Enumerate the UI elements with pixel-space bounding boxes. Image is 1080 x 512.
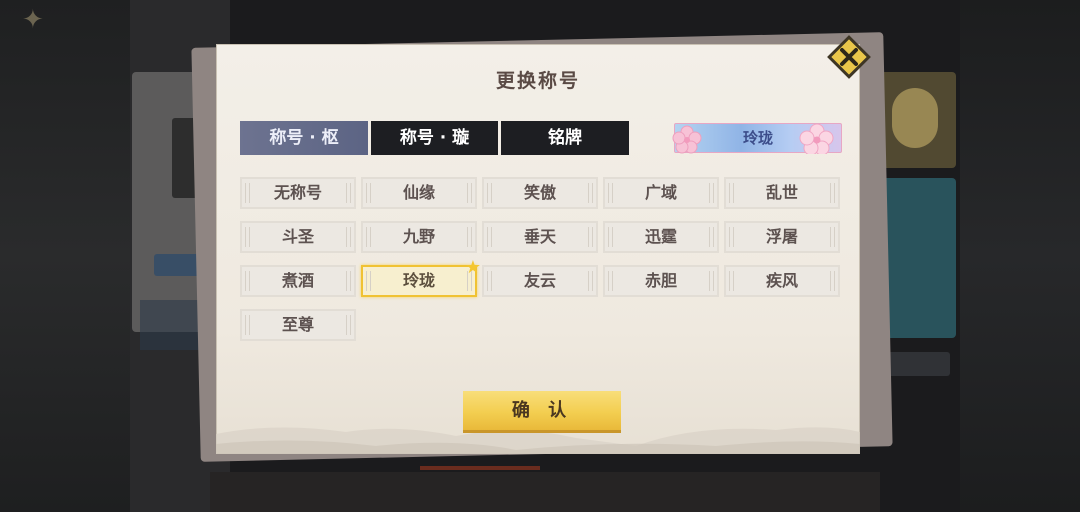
selected-star-icon: ★ [464,257,481,278]
title-option-zhujiu[interactable]: 煮酒 [240,265,356,297]
close-x-icon [827,35,871,79]
background-star-icon: ✦ [22,5,44,35]
title-option-jifeng[interactable]: 疾风 [724,265,840,297]
background-accent-line [420,466,540,470]
title-option-linglong[interactable]: 玲珑 ★ [361,259,481,297]
title-preview-badge: 玲珑 [672,123,842,154]
title-option-futu[interactable]: 浮屠 [724,221,840,253]
cherry-blossom-icon [799,124,834,154]
tab-title-xuan[interactable]: 称号 · 璇 [371,121,498,155]
title-option-wuchenghao[interactable]: 无称号 [240,177,356,209]
background-card-button [154,254,200,276]
background-card-image [892,88,938,148]
title-option-xiaoao[interactable]: 笑傲 [482,177,598,209]
tab-title-shu[interactable]: 称号 · 枢 [240,121,368,155]
title-option-luanshi[interactable]: 乱世 [724,177,840,209]
title-option-xunting[interactable]: 迅霆 [603,221,719,253]
confirm-button[interactable]: 确 认 [463,391,621,433]
title-option-chidan[interactable]: 赤胆 [603,265,719,297]
title-option-dousheng[interactable]: 斗圣 [240,221,356,253]
title-option-chuitian[interactable]: 垂天 [482,221,598,253]
background-card [878,72,956,168]
background-panel-right [960,0,1080,512]
title-option-jiuye[interactable]: 九野 [361,221,477,253]
close-button[interactable] [826,34,872,80]
background-strip [210,472,880,512]
title-option-youyun[interactable]: 友云 [482,265,598,297]
title-option-guangyu[interactable]: 广域 [603,177,719,209]
dialog-title: 更换称号 [495,70,580,92]
background-panel-left [0,0,130,512]
title-option-zhizun[interactable]: 至尊 [240,309,356,341]
title-option-xianyuan[interactable]: 仙缘 [361,177,477,209]
title-option-label: 玲珑 [402,271,435,290]
tab-nameplate[interactable]: 铭牌 [501,121,629,155]
